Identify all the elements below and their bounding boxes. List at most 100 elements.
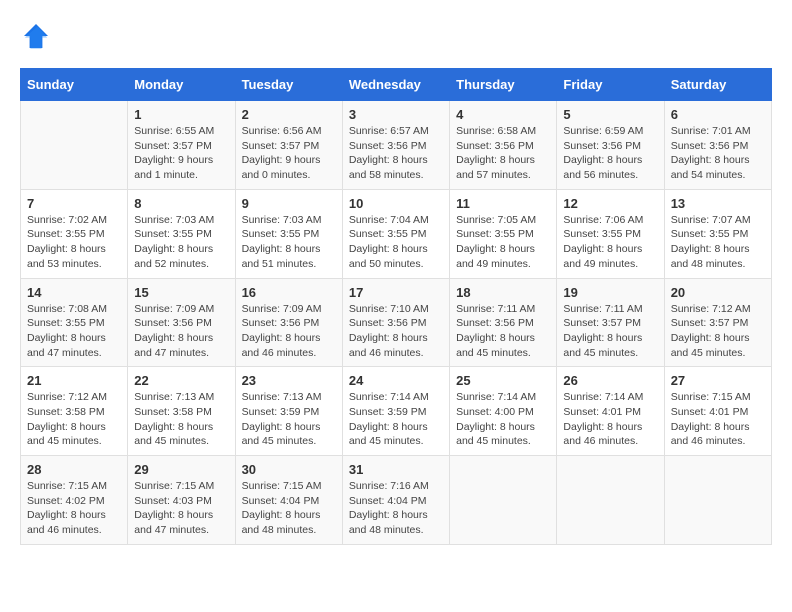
day-info: Sunrise: 7:09 AM Sunset: 3:56 PM Dayligh… <box>242 302 336 361</box>
calendar-cell: 6 Sunrise: 7:01 AM Sunset: 3:56 PM Daylig… <box>664 101 771 190</box>
page-header <box>20 20 772 52</box>
day-info: Sunrise: 7:15 AM Sunset: 4:02 PM Dayligh… <box>27 479 121 538</box>
weekday-header-monday: Monday <box>128 69 235 101</box>
calendar-cell: 16 Sunrise: 7:09 AM Sunset: 3:56 PM Dayli… <box>235 278 342 367</box>
calendar-week-row: 14 Sunrise: 7:08 AM Sunset: 3:55 PM Dayli… <box>21 278 772 367</box>
day-info: Sunrise: 7:06 AM Sunset: 3:55 PM Dayligh… <box>563 213 657 272</box>
day-info: Sunrise: 7:05 AM Sunset: 3:55 PM Dayligh… <box>456 213 550 272</box>
calendar-cell: 19 Sunrise: 7:11 AM Sunset: 3:57 PM Dayli… <box>557 278 664 367</box>
day-info: Sunrise: 7:11 AM Sunset: 3:56 PM Dayligh… <box>456 302 550 361</box>
day-info: Sunrise: 7:08 AM Sunset: 3:55 PM Dayligh… <box>27 302 121 361</box>
day-info: Sunrise: 6:58 AM Sunset: 3:56 PM Dayligh… <box>456 124 550 183</box>
calendar-week-row: 21Sunrise: 7:12 AM Sunset: 3:58 PM Dayli… <box>21 367 772 456</box>
day-info: Sunrise: 6:56 AM Sunset: 3:57 PM Dayligh… <box>242 124 336 183</box>
day-info: Sunrise: 7:03 AM Sunset: 3:55 PM Dayligh… <box>134 213 228 272</box>
day-number: 5 <box>563 107 657 122</box>
weekday-header-thursday: Thursday <box>450 69 557 101</box>
day-number: 7 <box>27 196 121 211</box>
calendar-cell: 15 Sunrise: 7:09 AM Sunset: 3:56 PM Dayli… <box>128 278 235 367</box>
weekday-header-wednesday: Wednesday <box>342 69 449 101</box>
calendar-cell: 27Sunrise: 7:15 AM Sunset: 4:01 PM Dayli… <box>664 367 771 456</box>
day-info: Sunrise: 6:59 AM Sunset: 3:56 PM Dayligh… <box>563 124 657 183</box>
day-number: 3 <box>349 107 443 122</box>
day-info: Sunrise: 7:07 AM Sunset: 3:55 PM Dayligh… <box>671 213 765 272</box>
calendar-cell: 12 Sunrise: 7:06 AM Sunset: 3:55 PM Dayli… <box>557 189 664 278</box>
day-info: Sunrise: 7:16 AM Sunset: 4:04 PM Dayligh… <box>349 479 443 538</box>
calendar-cell <box>557 456 664 545</box>
calendar-table: SundayMondayTuesdayWednesdayThursdayFrid… <box>20 68 772 545</box>
day-info: Sunrise: 7:09 AM Sunset: 3:56 PM Dayligh… <box>134 302 228 361</box>
calendar-cell: 23 Sunrise: 7:13 AM Sunset: 3:59 PM Dayli… <box>235 367 342 456</box>
day-number: 27 <box>671 373 765 388</box>
calendar-cell: 10 Sunrise: 7:04 AM Sunset: 3:55 PM Dayli… <box>342 189 449 278</box>
day-info: Sunrise: 7:04 AM Sunset: 3:55 PM Dayligh… <box>349 213 443 272</box>
calendar-week-row: 7 Sunrise: 7:02 AM Sunset: 3:55 PM Daylig… <box>21 189 772 278</box>
weekday-header-sunday: Sunday <box>21 69 128 101</box>
day-number: 31 <box>349 462 443 477</box>
day-number: 6 <box>671 107 765 122</box>
day-info: Sunrise: 7:14 AM Sunset: 3:59 PM Dayligh… <box>349 390 443 449</box>
day-number: 28 <box>27 462 121 477</box>
day-number: 14 <box>27 285 121 300</box>
calendar-cell <box>450 456 557 545</box>
day-number: 11 <box>456 196 550 211</box>
day-number: 20 <box>671 285 765 300</box>
weekday-header-tuesday: Tuesday <box>235 69 342 101</box>
day-info: Sunrise: 7:01 AM Sunset: 3:56 PM Dayligh… <box>671 124 765 183</box>
calendar-cell: 26 Sunrise: 7:14 AM Sunset: 4:01 PM Dayli… <box>557 367 664 456</box>
day-number: 21 <box>27 373 121 388</box>
calendar-cell: 25 Sunrise: 7:14 AM Sunset: 4:00 PM Dayli… <box>450 367 557 456</box>
day-info: Sunrise: 6:57 AM Sunset: 3:56 PM Dayligh… <box>349 124 443 183</box>
day-info: Sunrise: 7:14 AM Sunset: 4:00 PM Dayligh… <box>456 390 550 449</box>
calendar-cell: 18 Sunrise: 7:11 AM Sunset: 3:56 PM Dayli… <box>450 278 557 367</box>
calendar-cell: 14 Sunrise: 7:08 AM Sunset: 3:55 PM Dayli… <box>21 278 128 367</box>
day-number: 15 <box>134 285 228 300</box>
calendar-cell: 7 Sunrise: 7:02 AM Sunset: 3:55 PM Daylig… <box>21 189 128 278</box>
calendar-cell: 29 Sunrise: 7:15 AM Sunset: 4:03 PM Dayli… <box>128 456 235 545</box>
day-number: 16 <box>242 285 336 300</box>
day-number: 10 <box>349 196 443 211</box>
day-number: 9 <box>242 196 336 211</box>
calendar-cell: 24 Sunrise: 7:14 AM Sunset: 3:59 PM Dayli… <box>342 367 449 456</box>
day-info: Sunrise: 7:11 AM Sunset: 3:57 PM Dayligh… <box>563 302 657 361</box>
day-info: Sunrise: 7:15 AM Sunset: 4:04 PM Dayligh… <box>242 479 336 538</box>
day-number: 13 <box>671 196 765 211</box>
day-number: 23 <box>242 373 336 388</box>
calendar-cell: 2 Sunrise: 6:56 AM Sunset: 3:57 PM Daylig… <box>235 101 342 190</box>
day-number: 18 <box>456 285 550 300</box>
calendar-cell: 13 Sunrise: 7:07 AM Sunset: 3:55 PM Dayli… <box>664 189 771 278</box>
day-number: 26 <box>563 373 657 388</box>
calendar-cell: 3 Sunrise: 6:57 AM Sunset: 3:56 PM Daylig… <box>342 101 449 190</box>
day-number: 8 <box>134 196 228 211</box>
day-info: Sunrise: 7:15 AM Sunset: 4:03 PM Dayligh… <box>134 479 228 538</box>
weekday-header-row: SundayMondayTuesdayWednesdayThursdayFrid… <box>21 69 772 101</box>
logo-icon <box>20 20 52 52</box>
calendar-cell: 31 Sunrise: 7:16 AM Sunset: 4:04 PM Dayli… <box>342 456 449 545</box>
day-number: 22 <box>134 373 228 388</box>
day-number: 19 <box>563 285 657 300</box>
calendar-cell: 20 Sunrise: 7:12 AM Sunset: 3:57 PM Dayli… <box>664 278 771 367</box>
day-number: 29 <box>134 462 228 477</box>
logo <box>20 20 56 52</box>
day-number: 12 <box>563 196 657 211</box>
calendar-cell: 1 Sunrise: 6:55 AM Sunset: 3:57 PM Daylig… <box>128 101 235 190</box>
day-info: Sunrise: 7:02 AM Sunset: 3:55 PM Dayligh… <box>27 213 121 272</box>
calendar-week-row: 1 Sunrise: 6:55 AM Sunset: 3:57 PM Daylig… <box>21 101 772 190</box>
calendar-cell: 8 Sunrise: 7:03 AM Sunset: 3:55 PM Daylig… <box>128 189 235 278</box>
day-number: 25 <box>456 373 550 388</box>
day-info: Sunrise: 6:55 AM Sunset: 3:57 PM Dayligh… <box>134 124 228 183</box>
day-number: 4 <box>456 107 550 122</box>
calendar-cell: 5 Sunrise: 6:59 AM Sunset: 3:56 PM Daylig… <box>557 101 664 190</box>
day-number: 17 <box>349 285 443 300</box>
day-number: 1 <box>134 107 228 122</box>
weekday-header-friday: Friday <box>557 69 664 101</box>
calendar-cell <box>21 101 128 190</box>
day-info: Sunrise: 7:14 AM Sunset: 4:01 PM Dayligh… <box>563 390 657 449</box>
calendar-cell: 17Sunrise: 7:10 AM Sunset: 3:56 PM Dayli… <box>342 278 449 367</box>
day-number: 2 <box>242 107 336 122</box>
calendar-cell: 11 Sunrise: 7:05 AM Sunset: 3:55 PM Dayli… <box>450 189 557 278</box>
calendar-cell: 21Sunrise: 7:12 AM Sunset: 3:58 PM Dayli… <box>21 367 128 456</box>
day-number: 24 <box>349 373 443 388</box>
day-info: Sunrise: 7:13 AM Sunset: 3:59 PM Dayligh… <box>242 390 336 449</box>
day-info: Sunrise: 7:12 AM Sunset: 3:57 PM Dayligh… <box>671 302 765 361</box>
